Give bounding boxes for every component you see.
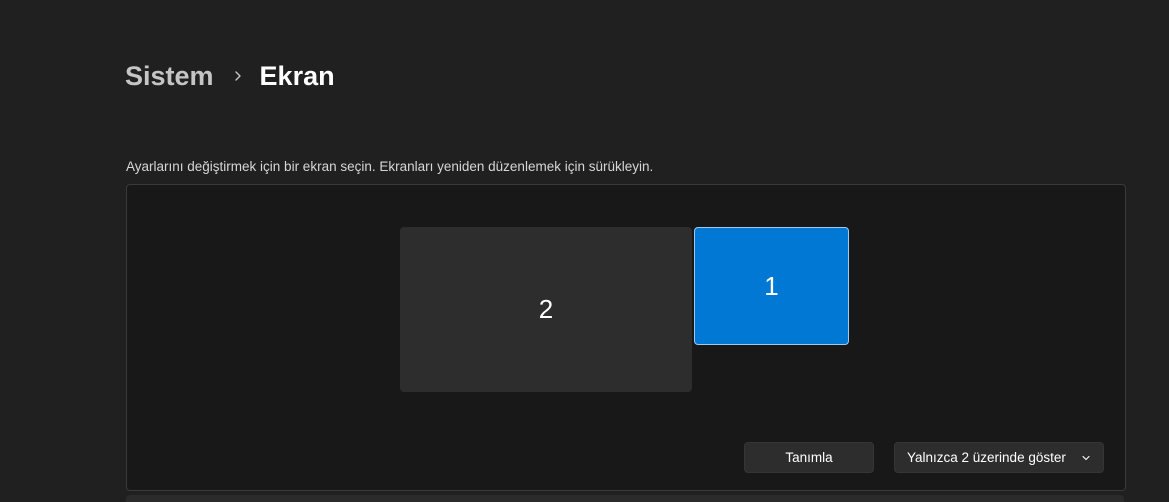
display-mode-value: Yalnızca 2 üzerinde göster (907, 450, 1066, 465)
next-settings-card (126, 495, 1124, 502)
monitor-2-label: 2 (538, 294, 554, 324)
breadcrumb: Sistem Ekran (125, 56, 335, 96)
monitor-1-label: 1 (764, 270, 779, 301)
monitor-1-selected[interactable]: 1 (694, 227, 849, 345)
page-title: Ekran (259, 60, 335, 91)
display-arrangement-panel: 2 1 Tanımla Yalnızca 2 üzerinde göster (126, 184, 1126, 491)
chevron-down-icon (1081, 453, 1091, 463)
identify-button[interactable]: Tanımla (744, 442, 874, 473)
display-mode-dropdown[interactable]: Yalnızca 2 üzerinde göster (894, 442, 1104, 473)
instructions-text: Ayarlarını değiştirmek için bir ekran se… (126, 159, 654, 174)
breadcrumb-parent-link[interactable]: Sistem (125, 61, 214, 92)
monitor-2[interactable]: 2 (400, 227, 692, 392)
display-settings-page: Sistem Ekran Ayarlarını değiştirmek için… (0, 0, 1169, 502)
identify-button-label: Tanımla (785, 450, 833, 465)
chevron-right-icon (232, 70, 244, 82)
